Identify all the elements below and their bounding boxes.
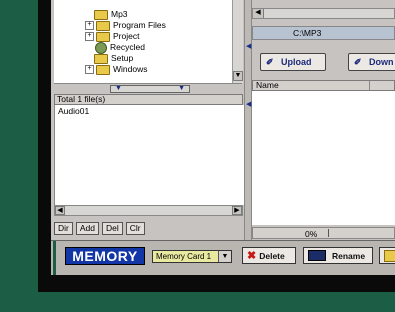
folder-icon (96, 31, 110, 42)
expand-icon[interactable]: + (85, 21, 94, 30)
download-icon: ✐ (354, 57, 362, 67)
local-pane: Mp3 + Program Files + Project Recycled S… (51, 0, 244, 275)
tree-vertical-scrollbar[interactable]: ▼ (232, 0, 243, 83)
delete-icon: ✖ (247, 250, 257, 262)
column-header-name[interactable]: Name (252, 80, 395, 91)
expand-icon[interactable]: + (85, 65, 94, 74)
dir-button[interactable]: Dir (54, 222, 73, 235)
folder-icon (384, 249, 395, 262)
file-list-horizontal-scrollbar[interactable]: ◀ ▶ (54, 205, 243, 216)
progress-percent: 0% (305, 229, 318, 239)
tree-collapse-handle[interactable]: ▼ ▼ (110, 85, 190, 93)
device-toolbar: MEMORY Memory Card 1 ▼ ✖ Delete Rename (51, 240, 395, 275)
scroll-left-icon[interactable]: ◀ (253, 9, 264, 18)
folder-icon (94, 9, 108, 20)
folder-icon (94, 53, 108, 64)
chevron-left-icon: ◀ (246, 101, 252, 108)
clr-button[interactable]: Clr (125, 222, 145, 235)
folder-icon (96, 20, 110, 31)
delete-label: Delete (259, 250, 285, 261)
recycle-bin-icon (95, 41, 107, 54)
tree-item-mp3[interactable]: Mp3 (94, 9, 128, 20)
list-item[interactable]: Audio01 (58, 106, 89, 116)
tree-item-windows[interactable]: + Windows (85, 64, 147, 75)
new-folder-button[interactable] (379, 247, 395, 264)
tree-item-recycled[interactable]: Recycled (95, 41, 145, 54)
download-button[interactable]: ✐ Down (348, 53, 395, 71)
tree-item-label: Recycled (110, 42, 145, 52)
rename-button[interactable]: Rename (303, 247, 373, 264)
tree-item-label: Project (113, 31, 140, 41)
memory-card-select[interactable]: Memory Card 1 ▼ (152, 250, 232, 263)
progress-bar (328, 229, 395, 237)
expand-icon[interactable]: + (85, 32, 94, 41)
tree-item-setup[interactable]: Setup (94, 53, 133, 64)
chevron-left-icon: ◀ (246, 43, 252, 50)
scroll-left-icon[interactable]: ◀ (55, 206, 65, 215)
folder-icon (96, 64, 110, 75)
pane-splitter[interactable]: ◀ ◀ (244, 0, 252, 240)
add-button[interactable]: Add (75, 222, 99, 235)
device-horizontal-scrollbar[interactable]: ◀ (252, 8, 395, 19)
file-count-header: Total 1 file(s) (54, 94, 243, 105)
chevron-down-icon[interactable]: ▼ (218, 251, 231, 262)
tree-item-label: Windows (113, 64, 148, 74)
device-file-list[interactable] (252, 91, 395, 225)
folder-tree: Mp3 + Program Files + Project Recycled S… (54, 0, 233, 83)
upload-icon: ✐ (266, 57, 274, 67)
column-header-label: Name (256, 80, 279, 90)
chevron-down-icon: ▼ (115, 85, 122, 92)
tree-item-label: Mp3 (111, 9, 128, 19)
tree-item-project[interactable]: + Project (85, 31, 139, 42)
local-file-list[interactable]: Audio01 (54, 105, 244, 205)
tree-item-program-files[interactable]: + Program Files (85, 20, 166, 31)
tree-item-label: Setup (111, 53, 134, 63)
scroll-down-icon[interactable]: ▼ (233, 71, 243, 81)
rename-label: Rename (332, 250, 366, 261)
scroll-right-icon[interactable]: ▶ (232, 206, 242, 215)
memory-card-value: Memory Card 1 (156, 252, 212, 261)
transfer-progress: 0% (252, 227, 395, 239)
upload-button[interactable]: ✐ Upload (260, 53, 326, 71)
file-action-buttons: Dir Add Del Clr (54, 222, 145, 236)
device-pane: ◀ C:\MP3 ✐ Upload ✐ Down Name 0% (252, 0, 395, 240)
device-type-label: MEMORY (65, 247, 145, 265)
column-separator[interactable] (369, 81, 370, 90)
download-label: Down (369, 57, 394, 67)
delete-button[interactable]: ✖ Delete (242, 247, 296, 264)
tree-resize-bar[interactable]: ▼ ▼ (54, 83, 242, 93)
del-button[interactable]: Del (101, 222, 123, 235)
device-path-field[interactable]: C:\MP3 (252, 26, 395, 40)
app-window: Mp3 + Program Files + Project Recycled S… (51, 0, 395, 275)
rename-icon (308, 250, 326, 261)
upload-label: Upload (281, 57, 312, 67)
chevron-down-icon: ▼ (178, 85, 185, 92)
tree-item-label: Program Files (113, 20, 166, 30)
toolbar-grip (53, 241, 56, 275)
